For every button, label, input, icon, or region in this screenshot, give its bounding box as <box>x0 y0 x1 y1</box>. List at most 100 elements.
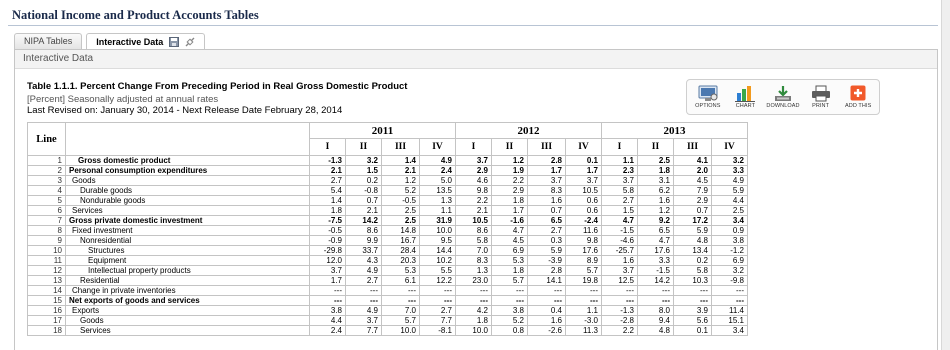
line-number: 8 <box>27 225 66 236</box>
panel-header: Interactive Data <box>15 50 937 69</box>
data-cell: 1.4 <box>381 155 420 166</box>
page-scrollbar[interactable] <box>941 0 950 350</box>
data-cell: 5.8 <box>673 265 712 276</box>
table-row: 4 Durable goods 5.4 -0.8 5.2 13.5 9.8 2.9 8.3 10.… <box>27 185 748 196</box>
data-cell: -4.6 <box>601 235 638 246</box>
data-cell: 2.1 <box>309 165 346 176</box>
data-cell: 1.2 <box>637 205 674 216</box>
row-label[interactable]: Durable goods <box>65 185 310 196</box>
data-cell: 0.9 <box>711 225 748 236</box>
line-number: 4 <box>27 185 66 196</box>
data-cell: 17.6 <box>637 245 674 256</box>
row-label[interactable]: Exports <box>65 305 310 316</box>
data-cell: 10.0 <box>419 225 456 236</box>
row-label[interactable]: Goods <box>65 315 310 326</box>
tab-nipa-tables[interactable]: NIPA Tables <box>14 33 83 49</box>
data-cell: --- <box>601 295 638 306</box>
row-label[interactable]: Net exports of goods and services <box>65 295 310 306</box>
download-button[interactable]: DOWNLOAD <box>765 85 801 109</box>
row-label[interactable]: Services <box>65 325 310 336</box>
data-cell: 1.5 <box>601 205 638 216</box>
data-cell: 3.7 <box>345 315 382 326</box>
data-cell: 2.4 <box>419 165 456 176</box>
data-cell: 1.1 <box>601 155 638 166</box>
data-cell: 2.9 <box>491 185 528 196</box>
tab-interactive-data[interactable]: Interactive Data <box>86 33 206 50</box>
row-label[interactable]: Change in private inventories <box>65 285 310 296</box>
line-number: 12 <box>27 265 66 276</box>
data-cell: 1.1 <box>419 205 456 216</box>
data-cell: 14.8 <box>381 225 420 236</box>
data-cell: 4.5 <box>491 235 528 246</box>
print-button[interactable]: PRINT <box>803 85 839 109</box>
data-cell: 31.9 <box>419 215 456 226</box>
data-cell: -2.8 <box>601 315 638 326</box>
data-cell: --- <box>491 295 528 306</box>
row-label[interactable]: Nonresidential <box>65 235 310 246</box>
data-cell: 5.5 <box>419 265 456 276</box>
save-icon[interactable] <box>169 37 180 47</box>
row-label[interactable]: Goods <box>65 175 310 186</box>
data-cell: 2.7 <box>419 305 456 316</box>
chart-button[interactable]: CHART <box>727 85 763 109</box>
data-cell: 5.7 <box>565 265 602 276</box>
data-cell: 2.7 <box>345 275 382 286</box>
row-label[interactable]: Personal consumption expenditures <box>65 165 310 176</box>
table-row: 2 Personal consumption expenditures 2.1 1.5… <box>27 165 748 176</box>
row-label[interactable]: Residential <box>65 275 310 286</box>
data-cell: 0.2 <box>345 175 382 186</box>
data-cell: 4.9 <box>419 155 456 166</box>
data-cell: 0.7 <box>527 205 566 216</box>
data-cell: 0.1 <box>673 325 712 336</box>
data-cell: 0.4 <box>527 305 566 316</box>
chart-label: CHART <box>735 103 756 109</box>
table-row: 17 Goods 4.4 3.7 5.7 7.7 1.8 5.2 1.6 -3.0 -2.8 9.4 5… <box>27 315 748 326</box>
data-cell: 12.5 <box>601 275 638 286</box>
data-cell: 9.8 <box>455 185 492 196</box>
options-label: OPTIONS <box>695 103 721 109</box>
data-cell: 3.2 <box>345 155 382 166</box>
data-cell: 1.8 <box>491 265 528 276</box>
line-number: 10 <box>27 245 66 256</box>
data-cell: --- <box>419 295 456 306</box>
data-cell: 0.6 <box>565 195 602 206</box>
year-header: 2012 <box>455 122 602 139</box>
data-cell: 1.7 <box>527 165 566 176</box>
data-cell: 3.8 <box>711 235 748 246</box>
row-label[interactable]: Structures <box>65 245 310 256</box>
data-cell: 13.5 <box>419 185 456 196</box>
data-cell: 4.1 <box>673 155 712 166</box>
row-label[interactable]: Equipment <box>65 255 310 266</box>
print-icon <box>811 85 830 102</box>
row-label[interactable]: Intellectual property products <box>65 265 310 276</box>
add-this-button[interactable]: ADD THIS <box>840 85 876 109</box>
line-number: 17 <box>27 315 66 326</box>
quarter-header: II <box>637 138 674 156</box>
row-label[interactable]: Services <box>65 205 310 216</box>
data-cell: 8.6 <box>345 225 382 236</box>
data-cell: --- <box>527 295 566 306</box>
table-row: 13 Residential 1.7 2.7 6.1 12.2 23.0 5.7 14.1 19.… <box>27 275 748 286</box>
data-cell: --- <box>601 285 638 296</box>
data-cell: 8.3 <box>455 255 492 266</box>
description-column-header <box>65 122 310 156</box>
data-cell: 4.9 <box>345 305 382 316</box>
table-row: 16 Exports 3.8 4.9 7.0 2.7 4.2 3.8 0.4 1.1 -1.3 8.0… <box>27 305 748 316</box>
link-icon[interactable] <box>185 37 195 47</box>
row-label[interactable]: Gross private domestic investment <box>65 215 310 226</box>
data-cell: -29.8 <box>309 245 346 256</box>
data-cell: 7.0 <box>455 245 492 256</box>
row-label[interactable]: Nondurable goods <box>65 195 310 206</box>
data-cell: 2.1 <box>455 205 492 216</box>
data-cell: 1.8 <box>455 315 492 326</box>
options-button[interactable]: OPTIONS <box>690 85 726 109</box>
data-cell: 10.0 <box>455 325 492 336</box>
data-cell: -0.5 <box>381 195 420 206</box>
data-cell: 10.0 <box>381 325 420 336</box>
data-cell: --- <box>565 285 602 296</box>
data-cell: -25.7 <box>601 245 638 256</box>
row-label[interactable]: Fixed investment <box>65 225 310 236</box>
table-toolbar: OPTIONS CHART DOWNLOAD PRINT ADD THIS <box>686 79 880 115</box>
data-cell: 7.0 <box>381 305 420 316</box>
row-label[interactable]: Gross domestic product <box>65 155 310 166</box>
